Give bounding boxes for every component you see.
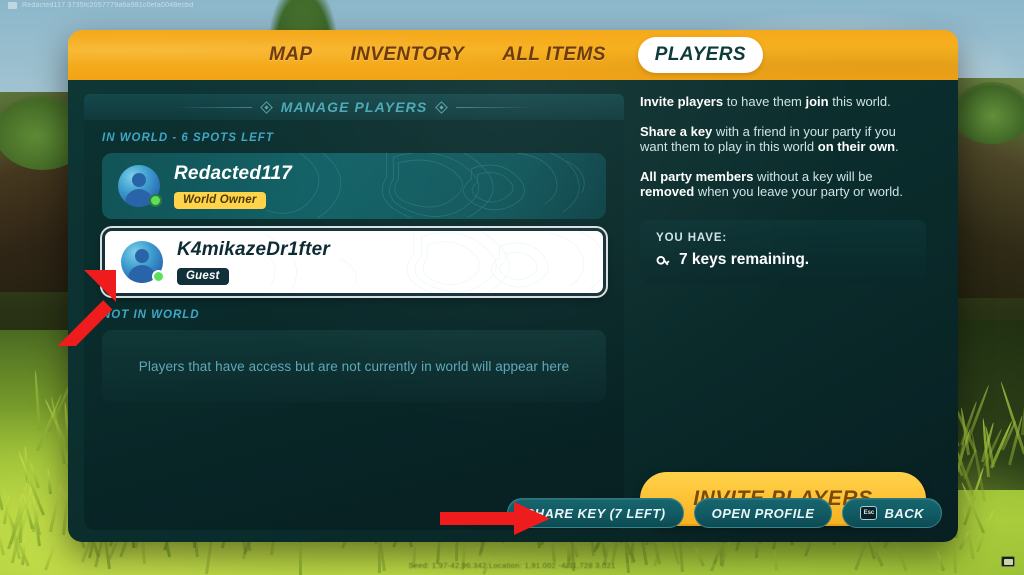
esc-key-icon: Esc [860, 506, 878, 520]
player-role-badge: Guest [177, 268, 229, 285]
empty-state-text: Players that have access but are not cur… [138, 358, 570, 374]
tab-all-items[interactable]: ALL ITEMS [496, 41, 612, 69]
players-panel: IN WORLD - 6 SPOTS LEFT Redacted117 Worl… [84, 120, 624, 530]
share-key-button[interactable]: SHARE KEY (7 LEFT) [507, 498, 684, 528]
tab-players[interactable]: PLAYERS [637, 37, 763, 73]
player-name: Redacted117 [174, 163, 293, 184]
info-paragraph-invite: Invite players to have them join this wo… [640, 94, 891, 109]
avatar [121, 241, 165, 283]
tab-inventory[interactable]: INVENTORY [344, 41, 470, 69]
online-status-dot [152, 270, 165, 283]
hud-world-id: Redacted117 3735fc2057779a6a981c0efa0048… [8, 2, 193, 9]
footer-actions: SHARE KEY (7 LEFT) OPEN PROFILE Esc BACK [507, 498, 942, 528]
share-key-label: SHARE KEY (7 LEFT) [525, 505, 666, 521]
header-rule-left [173, 106, 252, 108]
keys-value-row: 7 keys remaining. [656, 251, 910, 269]
keys-box: YOU HAVE: 7 keys remaining. [640, 220, 926, 284]
header-rule-right [456, 106, 535, 108]
back-label: BACK [884, 505, 924, 521]
info-paragraph-party-members: All party members without a key will be … [640, 169, 904, 200]
player-info: K4mikazeDr1fter Guest [177, 239, 330, 285]
open-profile-label: OPEN PROFILE [711, 505, 815, 521]
manage-players-title: MANAGE PLAYERS [280, 99, 428, 115]
diamond-ornament-right [435, 100, 449, 114]
diamond-ornament-left [259, 100, 273, 114]
manage-players-column: MANAGE PLAYERS IN WORLD - 6 SPOTS LEFT R… [84, 94, 624, 530]
player-name: K4mikazeDr1fter [177, 239, 330, 260]
info-paragraph-share-key: Share a key with a friend in your party … [640, 124, 899, 155]
manage-players-header: MANAGE PLAYERS [84, 94, 624, 120]
player-row[interactable]: Redacted117 World Owner [102, 153, 606, 219]
key-icon [656, 255, 670, 266]
tab-map[interactable]: MAP [263, 41, 318, 69]
players-dialog: MAP INVENTORY ALL ITEMS PLAYERS MANAGE P… [68, 30, 958, 542]
world-icon [8, 2, 17, 9]
back-button[interactable]: Esc BACK [842, 498, 942, 528]
esc-key-label: Esc [863, 510, 875, 516]
dialog-body: MANAGE PLAYERS IN WORLD - 6 SPOTS LEFT R… [68, 80, 958, 542]
online-status-dot [149, 194, 162, 207]
hud-minimap-icon [1001, 556, 1015, 567]
in-world-label: IN WORLD - 6 SPOTS LEFT [102, 132, 274, 144]
avatar [118, 165, 162, 207]
keys-label: YOU HAVE: [656, 232, 728, 245]
tab-bar: MAP INVENTORY ALL ITEMS PLAYERS [68, 30, 958, 80]
screen: Redacted117 3735fc2057779a6a981c0efa0048… [0, 0, 1024, 575]
info-column: Invite players to have them join this wo… [640, 94, 926, 530]
hud-debug-text: Seed: 1.97-42.96.342 Location: 1,91.002 … [408, 561, 616, 570]
player-row[interactable]: K4mikazeDr1fter Guest [102, 228, 606, 296]
player-info: Redacted117 World Owner [174, 163, 292, 209]
keys-remaining-text: 7 keys remaining. [679, 251, 810, 269]
hud-world-id-text: Redacted117 3735fc2057779a6a981c0efa0048… [22, 2, 194, 9]
player-role-badge: World Owner [174, 192, 266, 209]
bush-right [952, 82, 1024, 144]
not-in-world-empty-state: Players that have access but are not cur… [102, 330, 606, 402]
open-profile-button[interactable]: OPEN PROFILE [693, 498, 833, 528]
not-in-world-label: NOT IN WORLD [102, 309, 200, 321]
